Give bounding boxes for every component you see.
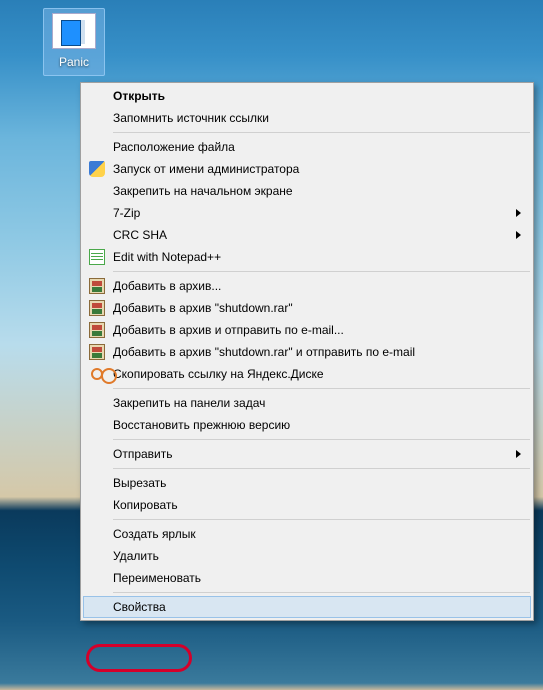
menu-remember-link-source[interactable]: Запомнить источник ссылки bbox=[83, 107, 531, 129]
menu-properties[interactable]: Свойства bbox=[83, 596, 531, 618]
menu-copy-yadisk-link[interactable]: Скопировать ссылку на Яндекс.Диске bbox=[83, 363, 531, 385]
archive-icon bbox=[89, 344, 105, 360]
shield-icon bbox=[89, 161, 105, 177]
desktop-shortcut[interactable]: Panic bbox=[36, 8, 112, 76]
menu-add-archive-named[interactable]: Добавить в архив "shutdown.rar" bbox=[83, 297, 531, 319]
desktop-shortcut-label: Panic bbox=[52, 55, 96, 69]
notepad-icon bbox=[89, 249, 105, 265]
menu-add-archive[interactable]: Добавить в архив... bbox=[83, 275, 531, 297]
annotation-highlight bbox=[86, 644, 192, 672]
menu-send-to[interactable]: Отправить bbox=[83, 443, 531, 465]
separator bbox=[113, 132, 530, 133]
separator bbox=[113, 592, 530, 593]
separator bbox=[113, 439, 530, 440]
separator bbox=[113, 519, 530, 520]
submenu-arrow-icon bbox=[516, 209, 521, 217]
menu-cut[interactable]: Вырезать bbox=[83, 472, 531, 494]
menu-edit-notepad[interactable]: Edit with Notepad++ bbox=[83, 246, 531, 268]
menu-file-location[interactable]: Расположение файла bbox=[83, 136, 531, 158]
menu-add-archive-named-email[interactable]: Добавить в архив "shutdown.rar" и отправ… bbox=[83, 341, 531, 363]
separator bbox=[113, 271, 530, 272]
archive-icon bbox=[89, 322, 105, 338]
menu-crc-sha[interactable]: CRC SHA bbox=[83, 224, 531, 246]
submenu-arrow-icon bbox=[516, 231, 521, 239]
archive-icon bbox=[89, 300, 105, 316]
context-menu: Открыть Запомнить источник ссылки Распол… bbox=[80, 82, 534, 621]
menu-7zip[interactable]: 7-Zip bbox=[83, 202, 531, 224]
separator bbox=[113, 388, 530, 389]
link-icon bbox=[91, 368, 103, 380]
menu-copy[interactable]: Копировать bbox=[83, 494, 531, 516]
separator bbox=[113, 468, 530, 469]
menu-delete[interactable]: Удалить bbox=[83, 545, 531, 567]
menu-create-shortcut[interactable]: Создать ярлык bbox=[83, 523, 531, 545]
menu-pin-taskbar[interactable]: Закрепить на панели задач bbox=[83, 392, 531, 414]
menu-add-archive-email[interactable]: Добавить в архив и отправить по e-mail..… bbox=[83, 319, 531, 341]
file-icon bbox=[52, 13, 96, 49]
menu-open[interactable]: Открыть bbox=[83, 85, 531, 107]
menu-restore-previous[interactable]: Восстановить прежнюю версию bbox=[83, 414, 531, 436]
submenu-arrow-icon bbox=[516, 450, 521, 458]
archive-icon bbox=[89, 278, 105, 294]
menu-pin-start[interactable]: Закрепить на начальном экране bbox=[83, 180, 531, 202]
menu-rename[interactable]: Переименовать bbox=[83, 567, 531, 589]
menu-run-as-admin[interactable]: Запуск от имени администратора bbox=[83, 158, 531, 180]
